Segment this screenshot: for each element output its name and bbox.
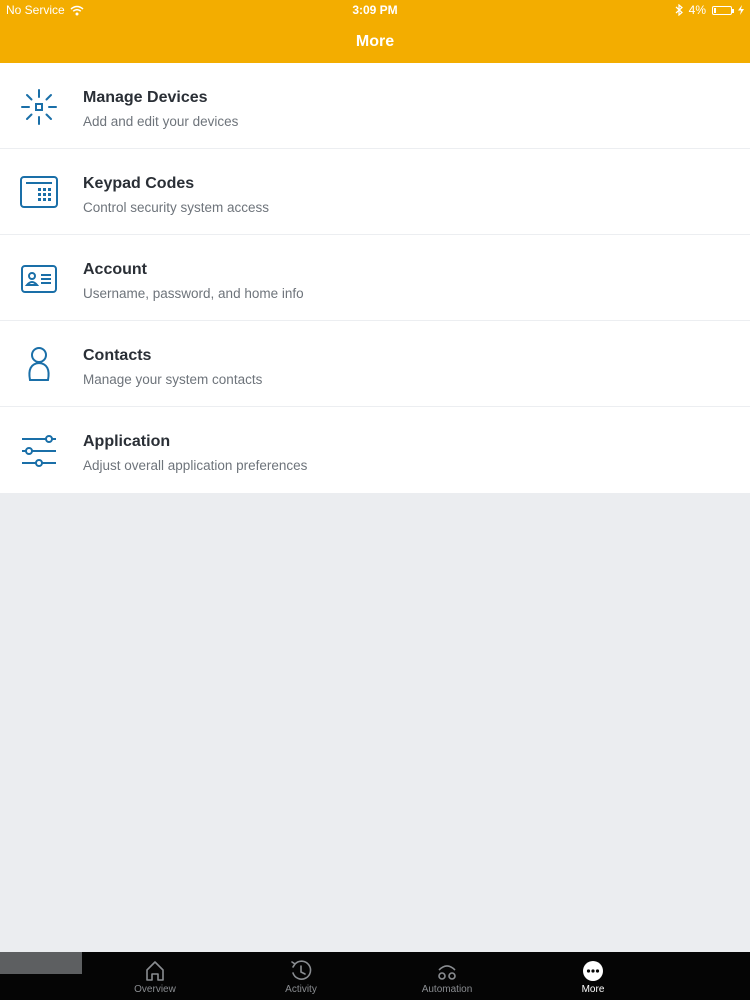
menu-item-subtitle: Adjust overall application preferences xyxy=(83,458,308,473)
tab-label: Overview xyxy=(134,984,176,995)
more-icon xyxy=(583,961,603,981)
status-time: 3:09 PM xyxy=(352,3,398,17)
tab-bar: Overview Activity Automation More xyxy=(0,952,750,1000)
menu-item-title: Application xyxy=(83,433,171,450)
menu-item-contacts[interactable]: Contacts Manage your system contacts xyxy=(0,321,750,407)
menu-item-title: Keypad Codes xyxy=(83,175,195,192)
tab-label: Automation xyxy=(421,984,473,995)
menu-item-subtitle: Username, password, and home info xyxy=(83,286,304,301)
account-card-icon xyxy=(21,265,57,293)
menu-item-subtitle: Control security system access xyxy=(83,200,270,215)
menu-item-subtitle: Add and edit your devices xyxy=(83,114,239,129)
menu-item-subtitle: Manage your system contacts xyxy=(83,372,263,387)
bluetooth-icon xyxy=(675,4,683,16)
status-bar: No Service 3:09 PM 4% xyxy=(0,0,750,20)
menu-item-title: Account xyxy=(83,261,147,278)
tab-bar-highlight xyxy=(0,952,82,974)
menu-item-application[interactable]: Application Adjust overall application p… xyxy=(0,407,750,493)
contacts-icon xyxy=(28,347,50,381)
home-icon xyxy=(146,961,164,981)
tab-automation[interactable]: Automation xyxy=(374,952,520,1000)
tab-more[interactable]: More xyxy=(520,952,666,1000)
menu-item-title: Contacts xyxy=(83,347,152,364)
menu-item-manage-devices[interactable]: Manage Devices Add and edit your devices xyxy=(0,63,750,149)
page-title: More xyxy=(355,33,395,50)
tab-label: More xyxy=(581,984,605,995)
history-icon xyxy=(291,960,312,980)
sliders-icon xyxy=(22,435,56,467)
tab-label: Activity xyxy=(285,984,317,995)
menu-item-keypad-codes[interactable]: Keypad Codes Control security system acc… xyxy=(0,149,750,235)
battery-percent: 4% xyxy=(688,3,706,17)
tab-overview[interactable]: Overview xyxy=(82,952,228,1000)
battery-icon xyxy=(712,5,734,15)
menu-item-account[interactable]: Account Username, password, and home inf… xyxy=(0,235,750,321)
header: No Service 3:09 PM 4% More xyxy=(0,0,750,63)
automation-icon xyxy=(438,965,456,980)
more-menu: Manage Devices Add and edit your devices… xyxy=(0,63,750,493)
charging-icon xyxy=(738,5,744,15)
devices-icon xyxy=(21,89,57,125)
menu-item-title: Manage Devices xyxy=(83,89,208,106)
status-right: 4% xyxy=(675,3,744,17)
tab-activity[interactable]: Activity xyxy=(228,952,374,1000)
keypad-icon xyxy=(20,176,58,208)
